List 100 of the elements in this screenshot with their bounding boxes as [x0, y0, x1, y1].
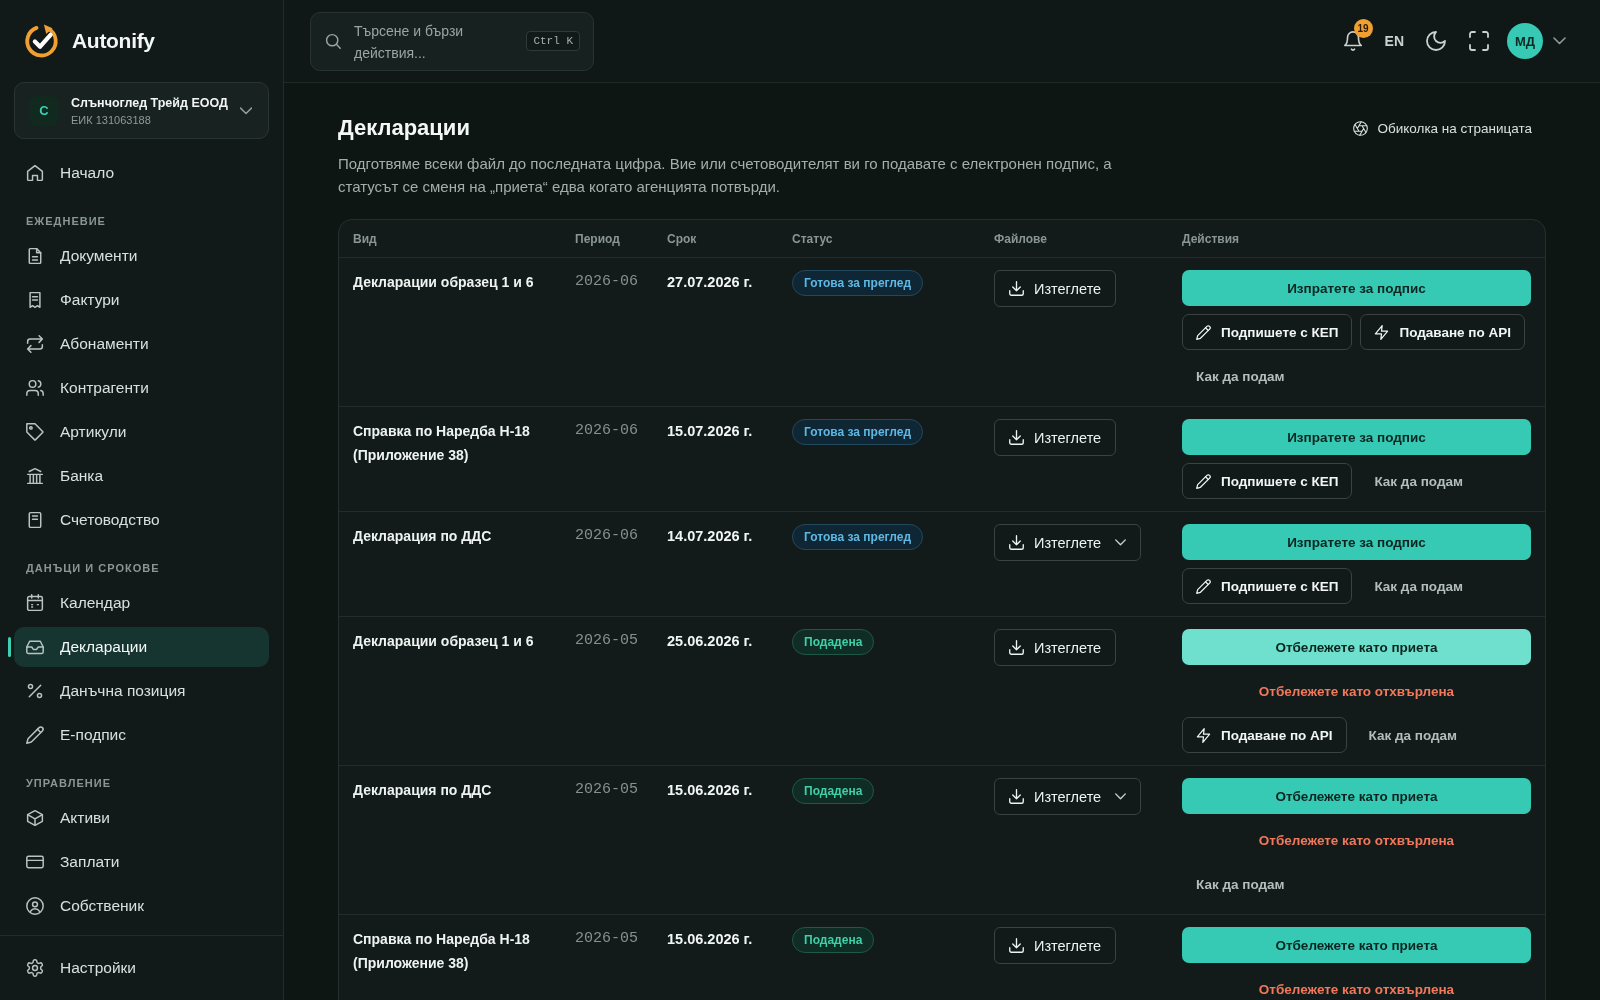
primary-action-button[interactable]: Изпратете за подпис	[1182, 270, 1531, 306]
download-icon	[1009, 535, 1024, 550]
status-badge: Готова за преглед	[792, 524, 924, 550]
nav-item[interactable]: Настройки	[14, 948, 269, 988]
company-id: ЕИК 131063188	[71, 113, 152, 126]
home-icon	[26, 164, 44, 182]
download-button[interactable]: Изтеглете	[994, 778, 1142, 815]
sign-button[interactable]: Подпишете с КЕП	[1182, 314, 1353, 350]
pencil-icon	[1196, 578, 1211, 594]
sign-button[interactable]: Подпишете с КЕП	[1182, 463, 1353, 499]
brand-name: Autonify	[72, 29, 155, 53]
pencil-icon	[1196, 324, 1211, 340]
inbox-icon	[26, 638, 44, 656]
download-icon	[1009, 640, 1024, 655]
download-button[interactable]: Изтеглете	[994, 419, 1117, 456]
receipt-icon	[26, 291, 44, 309]
status-badge: Подадена	[792, 778, 875, 804]
nav-section-heading: ЕЖЕДНЕВИЕ	[25, 214, 107, 229]
status-badge: Подадена	[792, 927, 875, 953]
primary-action-button[interactable]: Отбележете като приета	[1182, 927, 1531, 963]
bell-icon[interactable]	[1342, 31, 1363, 51]
settings-icon	[26, 959, 44, 977]
download-button[interactable]: Изтеглете	[994, 524, 1142, 561]
moon-icon[interactable]	[1426, 31, 1446, 51]
download-button[interactable]: Изтеглете	[994, 927, 1117, 964]
cube-icon	[26, 809, 44, 827]
period: 2026-05	[575, 929, 638, 949]
nav-item[interactable]: Заплати	[14, 842, 269, 882]
help-link[interactable]: Как да подам	[1354, 717, 1472, 753]
declaration-name: Декларации образец 1 и 6	[353, 632, 535, 651]
nav-item[interactable]: Счетоводство	[14, 500, 269, 540]
column-header: Период	[575, 231, 621, 246]
page-description: Подготвяме всеки файл до последната цифра. Вие или счетоводителят ви го подавате с електронен подпис, а статусът се сменя на „приета“ едва когато агенцията потвърди.	[338, 154, 1113, 197]
due-date: 15.06.2026 г.	[667, 781, 753, 800]
reject-link[interactable]: Отбележете като отхвърлена	[1182, 673, 1531, 709]
download-button[interactable]: Изтеглете	[994, 629, 1117, 666]
primary-action-button[interactable]: Отбележете като приета	[1182, 778, 1531, 814]
tag-icon	[26, 423, 44, 441]
pencil-icon	[26, 726, 44, 744]
nav-item[interactable]: Е-подпис	[14, 715, 269, 755]
help-link[interactable]: Как да подам	[1360, 568, 1477, 604]
nav-item[interactable]: Артикули	[14, 412, 269, 452]
calendar-icon	[26, 594, 44, 612]
search-icon	[325, 32, 341, 49]
due-date: 14.07.2026 г.	[667, 527, 753, 546]
help-link[interactable]: Как да подам	[1182, 358, 1299, 394]
chevron-down-icon[interactable]	[1553, 37, 1566, 45]
card-icon	[26, 853, 44, 871]
reject-link[interactable]: Отбележете като отхвърлена	[1182, 822, 1531, 858]
nav-item[interactable]: Собственик	[14, 886, 269, 926]
user-avatar[interactable]: МД	[1507, 23, 1543, 59]
due-date: 25.06.2026 г.	[667, 632, 753, 651]
status-badge: Готова за преглед	[792, 270, 924, 296]
user-circle-icon	[26, 897, 44, 915]
period: 2026-06	[575, 526, 638, 546]
declaration-name: Справка по Наредба Н-18 (Приложение 38)	[353, 930, 531, 973]
nav-item[interactable]: Контрагенти	[14, 368, 269, 408]
help-link[interactable]: Как да подам	[1360, 463, 1477, 499]
nav-item[interactable]: Фактури	[14, 280, 269, 320]
sign-button[interactable]: Подпишете с КЕП	[1182, 568, 1353, 604]
api-submit-button[interactable]: Подаване по API	[1360, 314, 1525, 350]
page-tour-link[interactable]: Обиколка на страницата	[1353, 120, 1532, 136]
chevron-down-icon	[240, 106, 252, 115]
nav-item[interactable]: Данъчна позиция	[14, 671, 269, 711]
primary-action-button[interactable]: Отбележете като приета	[1182, 629, 1531, 665]
primary-action-button[interactable]: Изпратете за подпис	[1182, 419, 1531, 455]
nav-item[interactable]: Абонаменти	[14, 324, 269, 364]
lightning-icon	[1374, 324, 1390, 340]
due-date: 15.07.2026 г.	[667, 422, 753, 441]
declaration-name: Декларация по ДДС	[353, 527, 493, 546]
company-switcher[interactable]: С Слънчоглед Трейд ЕООД ЕИК 131063188	[14, 82, 269, 139]
period: 2026-05	[575, 780, 638, 800]
bank-icon	[26, 467, 44, 485]
download-button[interactable]: Изтеглете	[994, 270, 1117, 307]
keyboard-shortcut: Ctrl K	[526, 30, 580, 51]
nav-item[interactable]: Календар	[14, 583, 269, 623]
document-icon	[26, 247, 44, 265]
period: 2026-06	[575, 421, 638, 441]
chevron-down-icon	[1115, 793, 1127, 800]
help-link[interactable]: Как да подам	[1182, 866, 1299, 902]
lightning-icon	[1196, 727, 1211, 743]
repeat-icon	[26, 335, 44, 353]
logo-icon	[23, 22, 61, 60]
status-badge: Подадена	[792, 629, 875, 655]
notebook-icon	[26, 511, 44, 529]
aperture-icon	[1353, 120, 1369, 136]
fullscreen-icon[interactable]	[1469, 31, 1489, 51]
nav-item[interactable]: Активи	[14, 798, 269, 838]
primary-action-button[interactable]: Изпратете за подпис	[1182, 524, 1531, 560]
due-date: 15.06.2026 г.	[667, 930, 753, 949]
reject-link[interactable]: Отбележете като отхвърлена	[1182, 971, 1531, 1000]
declaration-name: Декларации образец 1 и 6	[353, 273, 535, 292]
language-button[interactable]: EN	[1384, 33, 1404, 49]
nav-item[interactable]: Декларации	[14, 627, 269, 667]
api-submit-button[interactable]: Подаване по API	[1182, 717, 1347, 753]
declaration-name: Справка по Наредба Н-18 (Приложение 38)	[353, 422, 531, 465]
nav-item[interactable]: Банка	[14, 456, 269, 496]
nav-item[interactable]: Документи	[14, 236, 269, 276]
nav-item[interactable]: Начало	[14, 153, 269, 193]
percent-icon	[26, 682, 44, 700]
